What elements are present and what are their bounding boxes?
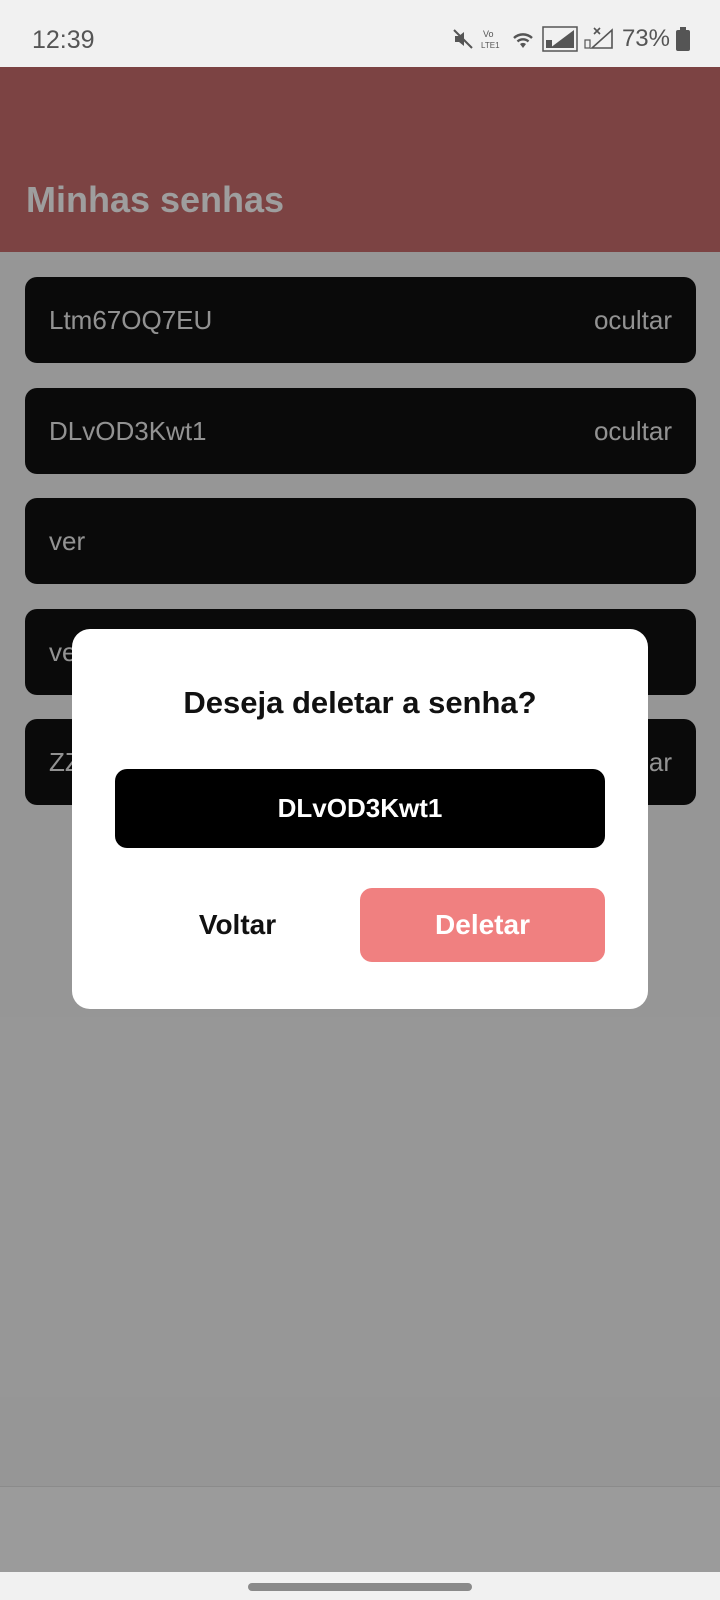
svg-text:Vo: Vo	[483, 29, 494, 39]
delete-button[interactable]: Deletar	[360, 888, 605, 962]
svg-text:LTE1: LTE1	[481, 41, 500, 50]
status-bar: 12:39 Vo LTE1 73%	[0, 0, 720, 67]
home-gesture-handle[interactable]	[248, 1583, 472, 1591]
dialog-password-display: DLvOD3Kwt1	[115, 769, 605, 848]
signal-no-service-icon	[584, 26, 614, 52]
delete-confirm-dialog: Deseja deletar a senha? DLvOD3Kwt1 Volta…	[72, 629, 648, 1009]
signal-icon	[542, 26, 578, 52]
status-time: 12:39	[32, 26, 95, 54]
status-icons: Vo LTE1 73%	[452, 24, 690, 54]
volte-icon: Vo LTE1	[480, 27, 504, 51]
battery-percent: 73%	[621, 25, 670, 52]
wifi-icon	[510, 28, 536, 50]
dialog-title: Deseja deletar a senha?	[183, 685, 537, 720]
battery-icon	[676, 27, 690, 51]
mute-icon	[452, 28, 474, 50]
back-button[interactable]: Voltar	[115, 888, 360, 962]
